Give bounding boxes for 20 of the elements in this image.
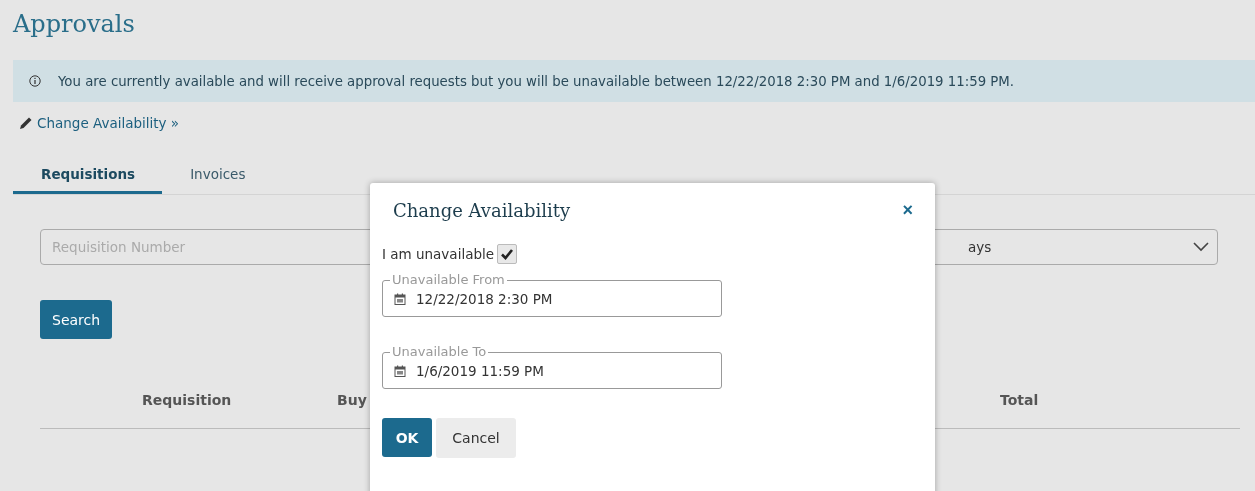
column-header: Requisition [142,392,232,408]
checkmark-icon [500,247,515,261]
info-icon [29,75,41,87]
checkbox[interactable] [497,244,518,264]
chevron-down-icon [1193,242,1209,252]
calendar-icon [394,292,406,305]
column-header: Buy [337,392,367,408]
dialog-title: Change Availability [393,200,571,221]
column-header: Total [1000,392,1039,408]
change-availability-link[interactable]: Change Availability » [19,115,180,131]
tab[interactable]: Requisitions [13,160,163,194]
tab[interactable]: Invoices [162,160,273,194]
calendar-icon [394,364,406,377]
banner-text: You are currently available and will receive approval requests but you will be unavailable between 12/22/2018 2:30 PM and 1/6/2019 11:59 PM. [58,73,1015,89]
page-title: Approvals [13,9,136,40]
cancel-button[interactable]: Cancel [436,418,516,458]
search-button[interactable]: Search [40,300,113,339]
close-button[interactable]: × [902,200,913,221]
pencil-icon [19,116,33,130]
ok-button[interactable]: OK [382,418,432,457]
